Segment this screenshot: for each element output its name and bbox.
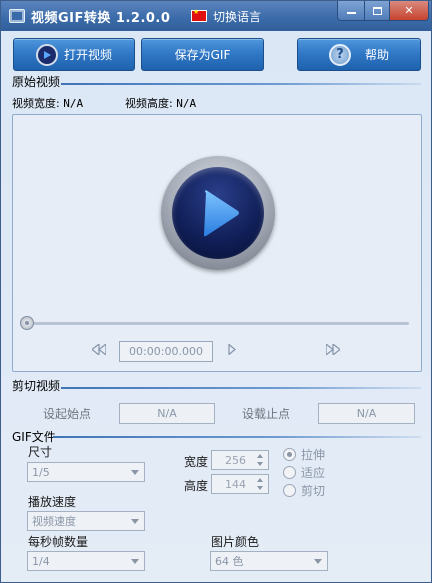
video-width-label: 视频宽度: <box>12 97 60 110</box>
size-select-value: 1/5 <box>32 465 50 479</box>
radio-indicator <box>283 484 296 497</box>
app-window: 视频GIF转换 1.2.0.0 切换语言 ✕ 打开视频 保存为GIF ? 帮助 … <box>0 0 432 583</box>
help-icon: ? <box>328 43 351 66</box>
minimize-icon <box>346 12 356 14</box>
end-point-field: N/A <box>318 403 415 424</box>
video-height-label: 视频高度: <box>125 97 173 110</box>
help-button[interactable]: ? 帮助 <box>297 38 421 71</box>
width-stepper-value: 256 <box>225 453 246 467</box>
seek-handle[interactable] <box>20 316 34 330</box>
big-play-button[interactable] <box>161 156 275 270</box>
decrement-icon[interactable] <box>254 484 266 492</box>
height-label: 高度 <box>184 479 209 493</box>
step-play-button[interactable] <box>228 343 236 358</box>
radio-crop-label: 剪切 <box>301 484 326 498</box>
rewind-button[interactable] <box>91 342 107 358</box>
image-color-label: 图片颜色 <box>211 535 260 549</box>
set-start-button[interactable]: 设起始点 <box>43 405 91 422</box>
section-divider <box>61 387 421 389</box>
radio-stretch[interactable]: 拉伸 <box>283 446 325 463</box>
fps-label: 每秒帧数量 <box>28 535 89 549</box>
save-gif-button[interactable]: 保存为GIF <box>141 38 264 71</box>
increment-icon[interactable] <box>254 476 266 484</box>
radio-indicator <box>283 466 296 479</box>
video-preview-panel: 00:00:00.000 <box>12 114 422 372</box>
title-bar[interactable]: 视频GIF转换 1.2.0.0 切换语言 ✕ <box>1 1 431 31</box>
width-label: 宽度 <box>184 455 209 469</box>
cut-video-heading: 剪切视频 <box>12 379 61 393</box>
radio-stretch-label: 拉伸 <box>301 448 326 462</box>
set-end-button[interactable]: 设载止点 <box>242 405 290 422</box>
radio-fit-label: 适应 <box>301 466 326 480</box>
fps-select[interactable]: 1/4 <box>27 551 145 571</box>
app-icon <box>9 9 25 23</box>
increment-icon[interactable] <box>254 452 266 460</box>
fps-select-value: 1/4 <box>32 554 50 568</box>
maximize-button[interactable] <box>364 1 390 21</box>
size-label: 尺寸 <box>28 445 53 459</box>
play-small-icon <box>228 343 236 356</box>
chevron-down-icon <box>131 559 139 564</box>
window-title: 视频GIF转换 1.2.0.0 <box>31 11 171 26</box>
radio-fit[interactable]: 适应 <box>283 464 325 481</box>
video-width-value: N/A <box>63 97 84 110</box>
open-video-button[interactable]: 打开视频 <box>13 38 135 71</box>
original-video-heading: 原始视频 <box>12 75 61 89</box>
chevron-down-icon <box>314 559 322 564</box>
image-color-select[interactable]: 64 色 <box>210 551 328 571</box>
minimize-button[interactable] <box>337 1 365 21</box>
fast-forward-icon <box>325 342 341 357</box>
close-icon: ✕ <box>404 4 414 17</box>
rewind-icon <box>91 342 107 357</box>
decrement-icon[interactable] <box>254 460 266 468</box>
fast-forward-button[interactable] <box>325 342 341 358</box>
height-stepper[interactable]: 144 <box>211 474 269 494</box>
radio-indicator <box>283 448 296 461</box>
playback-speed-label: 播放速度 <box>28 495 77 509</box>
chevron-down-icon <box>131 519 139 524</box>
play-icon <box>172 167 264 259</box>
section-divider <box>61 83 421 85</box>
image-color-value: 64 色 <box>215 555 244 568</box>
size-select[interactable]: 1/5 <box>27 462 145 482</box>
width-stepper[interactable]: 256 <box>211 450 269 470</box>
height-stepper-value: 144 <box>225 477 246 491</box>
video-width-info: 视频宽度: N/A <box>12 95 83 111</box>
seek-bar[interactable] <box>25 322 409 325</box>
start-point-field: N/A <box>119 403 215 424</box>
open-video-label: 打开视频 <box>63 48 112 62</box>
playback-speed-value: 视频速度 <box>32 515 76 528</box>
video-height-value: N/A <box>176 97 197 110</box>
switch-language-button[interactable]: 切换语言 <box>213 8 261 25</box>
video-height-info: 视频高度: N/A <box>125 95 196 111</box>
close-button[interactable]: ✕ <box>389 1 429 21</box>
china-flag-icon[interactable] <box>191 8 207 22</box>
playback-speed-select[interactable]: 视频速度 <box>27 511 145 531</box>
time-display: 00:00:00.000 <box>119 341 213 362</box>
section-divider <box>53 436 421 438</box>
play-icon <box>35 43 58 66</box>
chevron-down-icon <box>131 470 139 475</box>
save-gif-label: 保存为GIF <box>174 48 231 62</box>
radio-crop[interactable]: 剪切 <box>283 482 325 499</box>
maximize-icon <box>372 6 382 15</box>
help-label: 帮助 <box>364 48 389 62</box>
